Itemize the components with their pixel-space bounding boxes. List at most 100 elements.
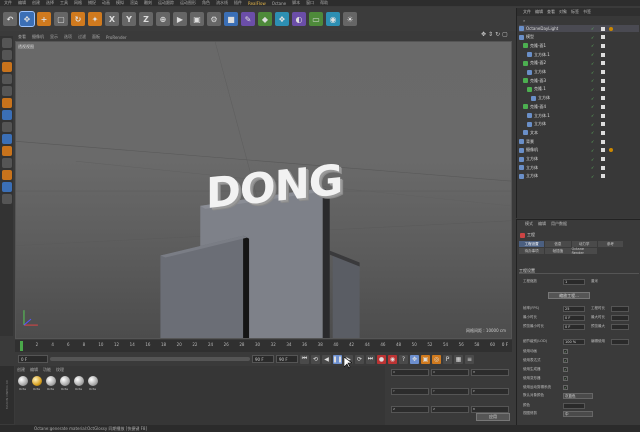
attribute-tab[interactable]: 待办事项	[519, 248, 545, 254]
object-row[interactable]: 立方体 ✓	[519, 164, 639, 171]
property-value-right[interactable]	[611, 305, 629, 312]
viewport-menu-item[interactable]: 面板	[92, 34, 100, 40]
object-menu-item[interactable]: 文件	[523, 9, 531, 15]
material-swatch[interactable]: Octa	[73, 376, 84, 391]
coord-field[interactable]: Y	[391, 387, 429, 395]
menu-item[interactable]: 雕刻	[144, 0, 152, 6]
material-tag-icon[interactable]	[601, 122, 605, 127]
deformer-icon[interactable]: ◐	[292, 12, 306, 26]
pause-icon[interactable]: ❚❚	[332, 354, 343, 364]
solo-icon[interactable]	[1, 146, 12, 156]
object-row[interactable]: 立方体 ✓	[519, 173, 639, 180]
visibility-check-icon[interactable]: ✓	[591, 165, 594, 170]
visibility-check-icon[interactable]: ✓	[591, 43, 594, 48]
edges-mode-icon[interactable]	[1, 86, 12, 96]
attribute-menu-item[interactable]: 编辑	[538, 221, 546, 227]
material-tag-icon[interactable]	[601, 52, 605, 57]
attribute-tab[interactable]: Octane Render	[571, 247, 597, 255]
coord-field[interactable]: Z	[391, 406, 429, 414]
menu-item[interactable]: 帮助	[320, 0, 328, 6]
visibility-check-icon[interactable]: ✓	[591, 96, 594, 101]
floor-icon[interactable]: ▭	[309, 12, 323, 26]
property-value[interactable]: 中	[563, 410, 593, 417]
orbit-icon[interactable]: ↻	[495, 31, 500, 38]
render-picture-viewer-icon[interactable]: ▣	[190, 12, 204, 26]
property-value[interactable]: 100 %	[563, 338, 585, 345]
attribute-menu-item[interactable]: 用户数据	[551, 221, 567, 227]
next-key-icon[interactable]: ⟳	[355, 354, 364, 364]
object-row[interactable]: 立方体.1 ✓	[519, 112, 639, 119]
coord-field[interactable]: Z	[431, 406, 469, 414]
menu-item[interactable]: Octane	[272, 1, 286, 6]
material-tag-icon[interactable]	[601, 148, 605, 153]
workplane-icon[interactable]	[1, 62, 12, 72]
material-menu-item[interactable]: 功能	[43, 367, 51, 373]
attribute-tab[interactable]: 帧插值	[545, 248, 571, 254]
menu-item[interactable]: 渲染	[130, 0, 138, 6]
menu-item[interactable]: 捕捉	[88, 0, 96, 6]
property-value[interactable]	[563, 402, 585, 409]
property-value-right[interactable]	[611, 323, 629, 330]
property-value[interactable]: ✓	[563, 367, 568, 372]
material-swatch[interactable]: Octa	[45, 376, 56, 391]
z-axis-icon[interactable]: Z	[139, 12, 153, 26]
light-icon[interactable]: ☀	[343, 12, 357, 26]
record-icon[interactable]: ●	[377, 354, 386, 364]
move-tool-icon[interactable]: ✥	[19, 11, 35, 27]
polygons-mode-icon[interactable]	[1, 98, 12, 108]
key-position-icon[interactable]: ✥	[410, 354, 419, 364]
property-value[interactable]: 25	[563, 305, 585, 312]
object-menu-item[interactable]: 查看	[547, 9, 555, 15]
material-tag-icon[interactable]	[601, 61, 605, 66]
menu-item[interactable]: 创建	[32, 0, 40, 6]
attribute-menu-item[interactable]: 模式	[525, 221, 533, 227]
material-tag-icon[interactable]	[601, 130, 605, 135]
timeline-ruler[interactable]: 0246810121416182022242628303234363840424…	[15, 340, 512, 352]
go-start-icon[interactable]: ⏮	[300, 354, 309, 364]
property-value[interactable]: ✓	[563, 385, 568, 390]
keyframe-selection-icon[interactable]: ?	[399, 354, 408, 364]
object-row[interactable]: 克隆-面3 ✓	[519, 77, 639, 84]
menu-item[interactable]: 选择	[46, 0, 54, 6]
menu-item[interactable]: 文件	[4, 0, 12, 6]
viewport-menu-item[interactable]: 选项	[64, 34, 72, 40]
recent-tool-icon[interactable]: ✦	[88, 12, 102, 26]
material-tag-icon[interactable]	[601, 78, 605, 83]
y-axis-icon[interactable]: Y	[122, 12, 136, 26]
start-frame-field[interactable]: 0 F	[18, 355, 48, 363]
pan-icon[interactable]: ✥	[481, 31, 486, 38]
property-value[interactable]: ✓	[563, 376, 568, 381]
spline-pen-icon[interactable]: ✎	[241, 12, 255, 26]
object-row[interactable]: 立方体.1 ✓	[519, 51, 639, 58]
property-value-right[interactable]	[611, 314, 629, 321]
objects-tab[interactable]: ⌕	[523, 18, 525, 23]
object-row[interactable]: 立方体 ✓	[519, 95, 639, 102]
attribute-tab[interactable]: 参考	[597, 241, 623, 247]
octane-tag-icon[interactable]	[609, 26, 613, 31]
object-row[interactable]: 克隆-面2 ✓	[519, 60, 639, 67]
visibility-check-icon[interactable]: ✓	[591, 61, 594, 66]
visibility-check-icon[interactable]: ✓	[591, 78, 594, 83]
visibility-check-icon[interactable]: ✓	[591, 139, 594, 144]
visibility-check-icon[interactable]: ✓	[591, 157, 594, 162]
material-tag-icon[interactable]	[601, 113, 605, 118]
menu-item[interactable]: 运动跟踪	[158, 0, 174, 6]
object-row[interactable]: 克隆-面4 ✓	[519, 103, 639, 110]
visibility-check-icon[interactable]: ✓	[591, 70, 594, 75]
object-row[interactable]: 模型 ✓	[519, 34, 639, 41]
snap-icon[interactable]	[1, 134, 12, 144]
rotate-tool-icon[interactable]: ↻	[71, 12, 85, 26]
attribute-tab[interactable]: 工程设置	[519, 241, 545, 247]
python-icon[interactable]	[1, 182, 12, 192]
cloner-icon[interactable]: ❖	[275, 12, 289, 26]
camera-icon[interactable]: ◉	[326, 12, 340, 26]
scale-project-button[interactable]: 缩放工程...	[548, 292, 590, 299]
visibility-check-icon[interactable]: ✓	[591, 113, 594, 118]
enable-axis-icon[interactable]	[1, 110, 12, 120]
menu-item[interactable]: 网格	[74, 0, 82, 6]
extra-tool-icon[interactable]	[1, 194, 12, 204]
prev-frame-icon[interactable]: ◀	[322, 354, 331, 364]
visibility-check-icon[interactable]: ✓	[591, 52, 594, 57]
subdivision-icon[interactable]: ◆	[258, 12, 272, 26]
visibility-check-icon[interactable]: ✓	[591, 87, 594, 92]
